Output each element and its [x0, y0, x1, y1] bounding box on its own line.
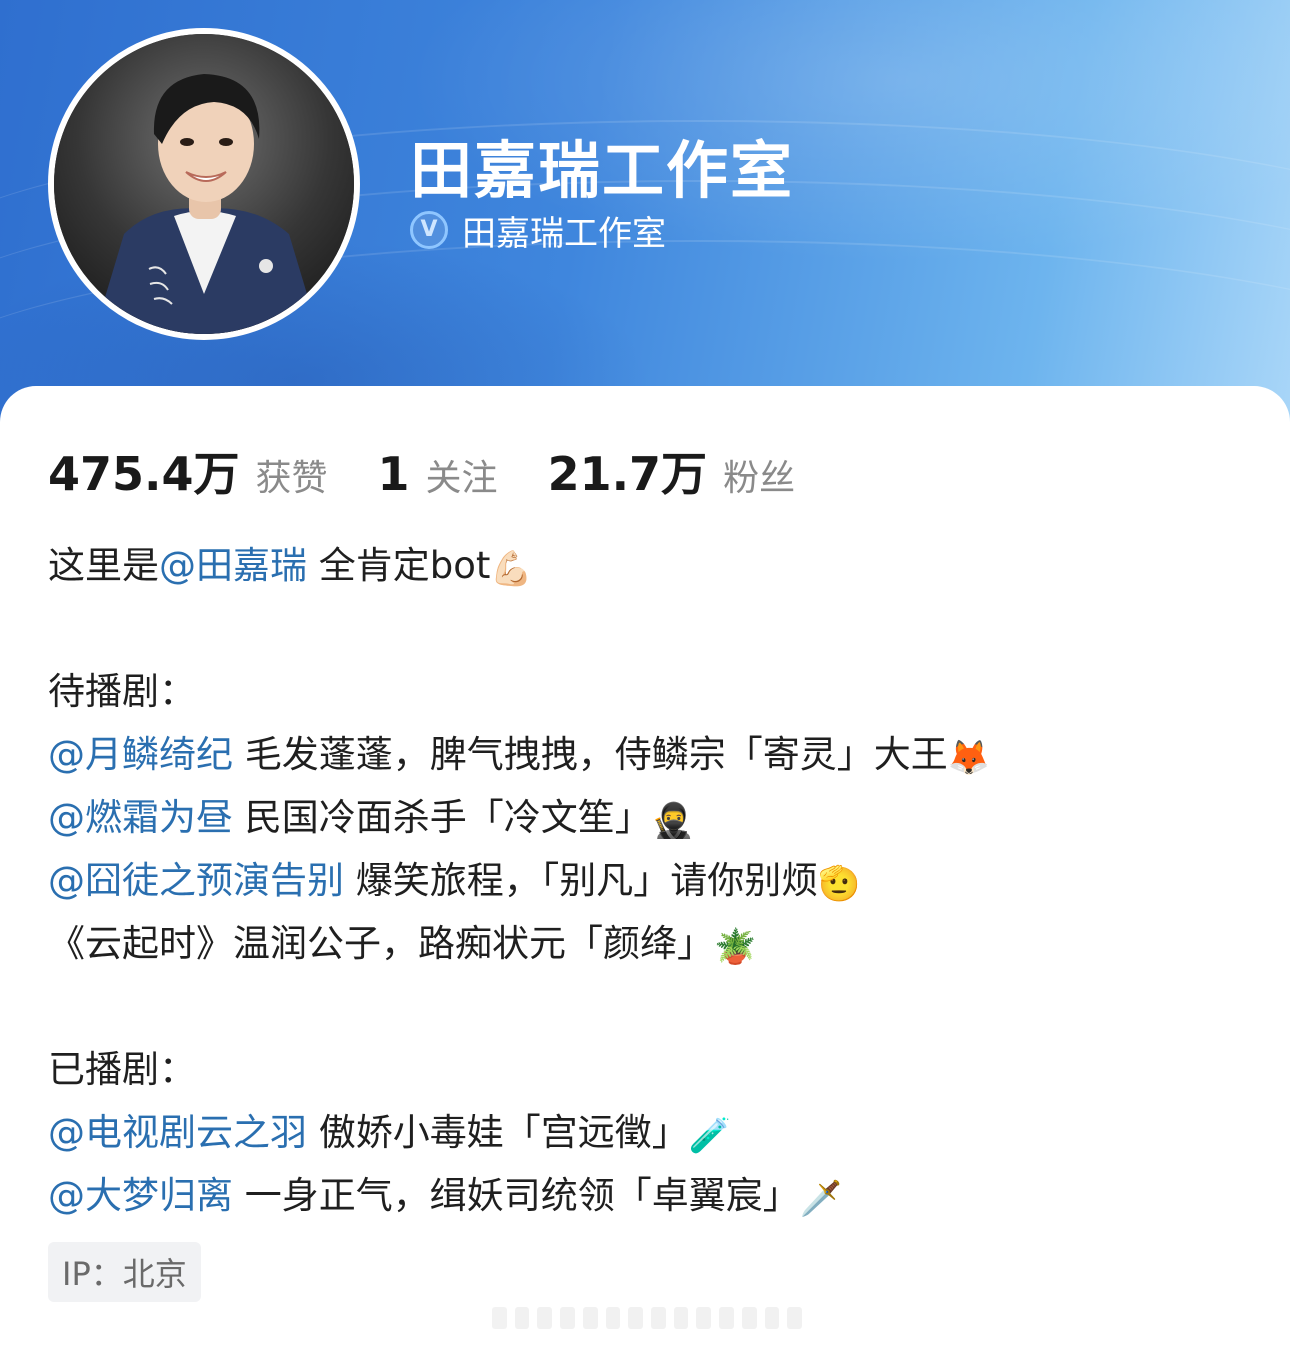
flexed-biceps-icon: 💪🏻: [490, 549, 533, 589]
mention-link[interactable]: @电视剧云之羽: [48, 1111, 307, 1154]
verified-label: 田嘉瑞工作室: [462, 213, 666, 254]
item-text: 《云起时》温润公子，路痴状元「颜绛」: [48, 922, 714, 965]
likes-count[interactable]: 475.4万: [48, 438, 240, 504]
verified-row[interactable]: V 田嘉瑞工作室: [410, 208, 666, 254]
mention-link[interactable]: @燃霜为昼: [48, 796, 233, 839]
bio-intro-suffix: 全肯定bot: [307, 544, 491, 587]
following-count[interactable]: 1: [378, 447, 410, 501]
ninja-icon: 🥷: [651, 801, 695, 841]
dagger-icon: 🗡️: [799, 1179, 843, 1219]
aired-heading: 已播剧：: [48, 1048, 196, 1091]
aired-item: @大梦归离 一身正气，缉妖司统领「卓翼宸」🗡️: [48, 1164, 1248, 1227]
avatar-portrait-image: [54, 34, 354, 334]
profile-header-banner: 田嘉瑞工作室 V 田嘉瑞工作室: [0, 0, 1290, 430]
upcoming-item: @燃霜为昼 民国冷面杀手「冷文笙」🥷: [48, 786, 1248, 849]
mention-link[interactable]: @月鳞绮纪: [48, 733, 233, 776]
item-text: 毛发蓬蓬，脾气拽拽，侍鳞宗「寄灵」大王: [233, 733, 948, 776]
bio: 这里是@田嘉瑞 全肯定bot💪🏻 待播剧： @月鳞绮纪 毛发蓬蓬，脾气拽拽，侍鳞…: [48, 534, 1248, 1227]
watermark-decoration: [492, 1304, 803, 1332]
following-label[interactable]: 关注: [426, 449, 498, 501]
upcoming-item: @囧徒之预演告别 爆笑旅程，「别凡」请你别烦🫡: [48, 849, 1248, 912]
bio-intro-line: 这里是@田嘉瑞 全肯定bot💪🏻: [48, 534, 1248, 597]
mention-link[interactable]: @田嘉瑞: [159, 544, 307, 587]
item-text: 爆笑旅程，「别凡」请你别烦: [344, 859, 819, 902]
potted-plant-icon: 🪴: [714, 927, 757, 967]
item-text: 民国冷面杀手「冷文笙」: [233, 796, 652, 839]
avatar[interactable]: [48, 28, 360, 340]
item-text: 傲娇小毒娃「宫远徵」: [307, 1111, 689, 1154]
test-tube-icon: 🧪: [688, 1116, 732, 1156]
followers-count[interactable]: 21.7万: [548, 438, 708, 504]
profile-name: 田嘉瑞工作室: [410, 134, 795, 207]
upcoming-item: @月鳞绮纪 毛发蓬蓬，脾气拽拽，侍鳞宗「寄灵」大王🦊: [48, 723, 1248, 786]
followers-label[interactable]: 粉丝: [723, 449, 795, 501]
item-text: 一身正气，缉妖司统领「卓翼宸」: [233, 1174, 800, 1217]
upcoming-heading: 待播剧：: [48, 670, 196, 713]
mention-link[interactable]: @囧徒之预演告别: [48, 859, 344, 902]
verified-v-icon: V: [410, 211, 448, 249]
upcoming-item: 《云起时》温润公子，路痴状元「颜绛」🪴: [48, 912, 1248, 975]
saluting-face-icon: 🫡: [818, 864, 861, 904]
ip-location-badge: IP：北京: [48, 1242, 201, 1302]
profile-info-card: 475.4万 获赞 1 关注 21.7万 粉丝 这里是@田嘉瑞 全肯定bot💪🏻…: [0, 386, 1290, 1348]
fox-icon: 🦊: [947, 738, 991, 778]
aired-item: @电视剧云之羽 傲娇小毒娃「宫远徵」🧪: [48, 1101, 1248, 1164]
mention-link[interactable]: @大梦归离: [48, 1174, 233, 1217]
bio-intro-prefix: 这里是: [48, 544, 159, 587]
likes-label[interactable]: 获赞: [256, 449, 328, 501]
stats-row: 475.4万 获赞 1 关注 21.7万 粉丝: [48, 438, 845, 504]
